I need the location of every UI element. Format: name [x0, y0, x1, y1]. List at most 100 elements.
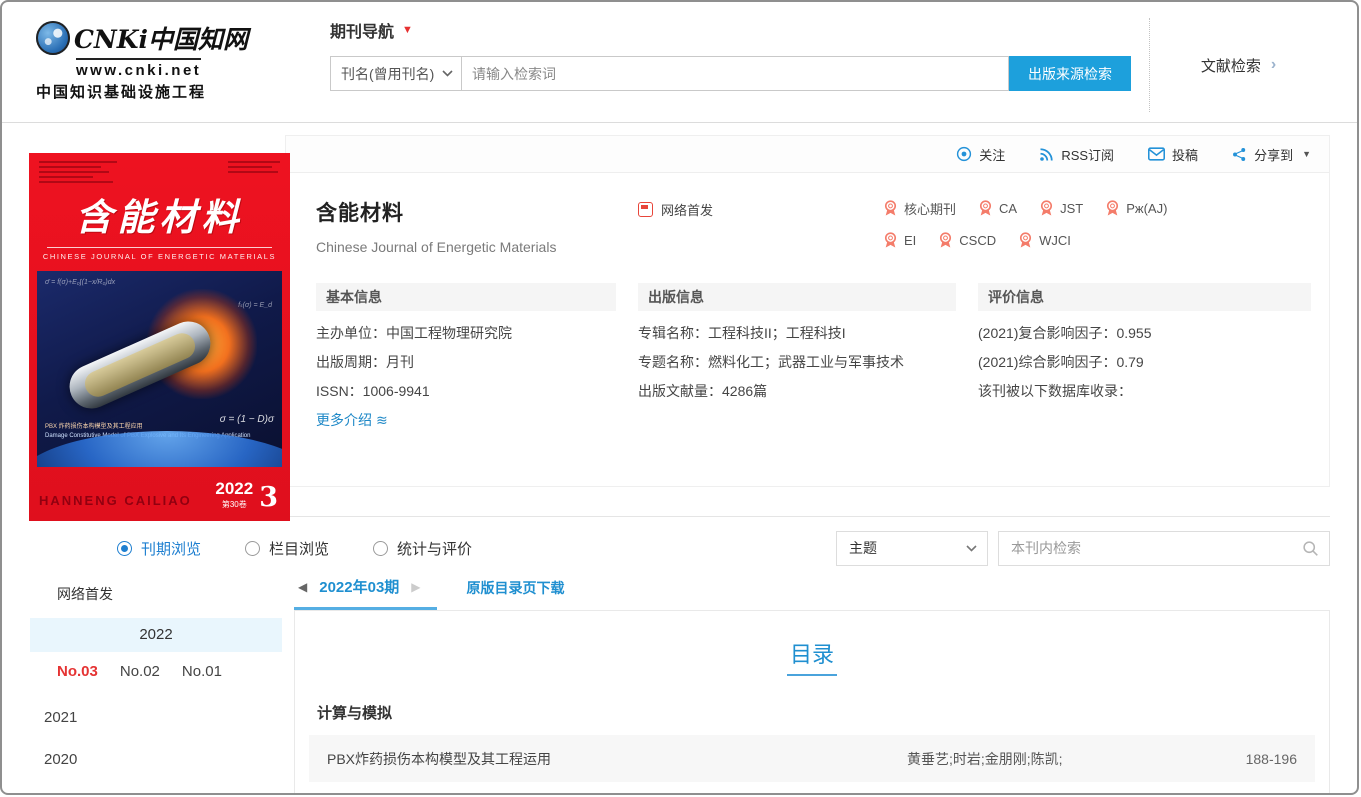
- radio-issue-browse[interactable]: 刊期浏览: [117, 538, 201, 559]
- original-toc-download-link[interactable]: 原版目录页下载: [467, 578, 565, 598]
- radio-unselected-icon: [373, 540, 389, 556]
- toc-section-heading: 计算与模拟: [317, 705, 393, 722]
- caret-down-icon: ▼: [402, 24, 413, 36]
- sidebar-online-first-link[interactable]: 网络首发: [30, 576, 282, 618]
- logo-brand-text: CNKi中国知网: [74, 25, 248, 54]
- badge-core-journal: 核心期刊: [883, 199, 956, 218]
- medal-icon: [884, 232, 897, 248]
- journal-info-panel: 关注 RSS订阅 投稿 分享到 ▼ 含能材料 Chinese Journal o…: [285, 135, 1330, 487]
- year-sidebar: 网络首发 2022 No.03 No.02 No.01 2021 2020: [29, 576, 282, 793]
- article-authors[interactable]: 黄垂艺;时岩;金朋刚;陈凯;: [907, 749, 1219, 769]
- cover-fineprint-left: [39, 161, 117, 186]
- submit-manuscript-button[interactable]: 投稿: [1148, 145, 1198, 164]
- sidebar-year-2022[interactable]: 2022: [30, 618, 282, 652]
- cover-volume: 第30卷: [221, 500, 247, 509]
- sidebar-year-2021[interactable]: 2021: [30, 690, 282, 732]
- caret-down-icon: ▼: [1302, 149, 1311, 159]
- radio-column-browse[interactable]: 栏目浏览: [245, 538, 329, 559]
- more-intro-link[interactable]: 更多介绍 ≋: [316, 406, 388, 435]
- online-first-icon: [638, 202, 653, 217]
- content-row: 网络首发 2022 No.03 No.02 No.01 2021 2020 ◀ …: [29, 576, 1330, 793]
- publication-source-search-button[interactable]: 出版来源检索: [1009, 56, 1131, 91]
- in-journal-search-box: [998, 530, 1330, 566]
- globe-icon: [36, 21, 70, 55]
- medal-icon: [1020, 232, 1032, 248]
- radio-selected-icon: [117, 540, 132, 556]
- logo-subtitle-text: 中国知识基础设施工程: [36, 83, 207, 101]
- next-issue-arrow[interactable]: ▶: [411, 580, 420, 594]
- radio-unselected-icon: [245, 540, 261, 556]
- frequency-info: 出版周期：月刊: [316, 354, 414, 370]
- evaluation-info-heading: 评价信息: [978, 283, 1311, 311]
- browse-controls: 刊期浏览 栏目浏览 统计与评价 主题: [29, 530, 1330, 566]
- cover-masthead: 含能材料: [75, 195, 244, 239]
- radio-statistics-evaluation[interactable]: 统计与评价: [373, 538, 472, 559]
- logo-url-text: www.cnki.net: [76, 58, 202, 79]
- badge-cscd: CSCD: [938, 232, 996, 249]
- issn-info: ISSN：1006-9941: [316, 383, 430, 399]
- cnki-journal-page: CNKi中国知网 www.cnki.net 中国知识基础设施工程 期刊导航 ▼ …: [0, 0, 1359, 795]
- cover-year: 2022 第30卷: [215, 480, 253, 513]
- follow-button[interactable]: 关注: [956, 145, 1005, 164]
- current-issue-tab: ◀ 2022年03期 ▶: [294, 576, 437, 610]
- journal-title: 含能材料: [316, 202, 404, 225]
- topic-field-select[interactable]: 主题: [836, 530, 988, 566]
- header-right: 文献检索 ›: [1149, 18, 1327, 112]
- cover-bottom: HANNENG CAILIAO 2022 第30卷 3: [29, 471, 290, 521]
- album-info: 专辑名称：工程科技II；工程科技I: [638, 325, 846, 341]
- chevron-down-icon: [966, 544, 977, 552]
- comprehensive-impact-factor: (2021)综合影响因子：0.79: [978, 354, 1144, 370]
- medal-icon: [940, 232, 952, 248]
- main-area: 含能材料 CHINESE JOURNAL OF ENERGETIC MATERI…: [2, 135, 1357, 793]
- medal-icon: [1041, 200, 1053, 216]
- article-row: PBX炸药损伤本构模型及其工程运用 黄垂艺;时岩;金朋刚;陈凯; 188-196: [309, 735, 1315, 782]
- issue-list: No.03 No.02 No.01: [30, 652, 282, 690]
- share-button[interactable]: 分享到 ▼: [1232, 145, 1311, 164]
- cover-pinyin: HANNENG CAILIAO: [39, 493, 192, 508]
- badge-rzh-aj: Рж(AJ): [1105, 199, 1167, 218]
- nav-title-label: 期刊导航: [330, 24, 395, 41]
- sponsor-info: 主办单位：中国工程物理研究院: [316, 325, 512, 341]
- publication-info-heading: 出版信息: [638, 283, 956, 311]
- current-issue-label: 2022年03期: [319, 579, 400, 596]
- evaluation-info-column: 评价信息 (2021)复合影响因子：0.955 (2021)综合影响因子：0.7…: [978, 283, 1311, 435]
- topic-field-value: 主题: [849, 540, 877, 556]
- issue-no-01[interactable]: No.01: [182, 663, 222, 680]
- medal-icon: [979, 200, 992, 216]
- table-of-contents-panel: 目录 计算与模拟 PBX炸药损伤本构模型及其工程运用 黄垂艺;时岩;金朋刚;陈凯…: [294, 610, 1330, 793]
- journal-title-en: Chinese Journal of Energetic Materials: [316, 239, 557, 255]
- basic-info-heading: 基本信息: [316, 283, 616, 311]
- online-first-link[interactable]: 网络首发: [638, 200, 713, 219]
- issue-navigation: ◀ 2022年03期 ▶ 原版目录页下载: [294, 576, 1330, 610]
- article-title-link[interactable]: PBX炸药损伤本构模型及其工程运用: [327, 749, 907, 769]
- indexed-databases-label: 该刊被以下数据库收录：: [978, 383, 1132, 399]
- search-input[interactable]: [462, 56, 1009, 91]
- article-pages: 188-196: [1245, 750, 1297, 767]
- double-wave-icon: ≋: [376, 412, 388, 428]
- publication-info-column: 出版信息 专辑名称：工程科技II；工程科技I 专题名称：燃料化工；武器工业与军事…: [638, 283, 956, 435]
- journal-navigation-menu[interactable]: 期刊导航 ▼: [330, 18, 413, 42]
- cnki-logo[interactable]: CNKi中国知网 www.cnki.net 中国知识基础设施工程: [36, 14, 274, 122]
- cover-masthead-en: CHINESE JOURNAL OF ENERGETIC MATERIALS: [42, 252, 277, 261]
- search-field-value: 刊名(曾用刊名): [341, 65, 435, 82]
- search-field-select[interactable]: 刊名(曾用刊名): [330, 56, 462, 91]
- issue-no-02[interactable]: No.02: [120, 663, 160, 680]
- issue-content-area: ◀ 2022年03期 ▶ 原版目录页下载 目录 计算与模拟 PBX炸药损伤本构模…: [294, 576, 1330, 793]
- issue-no-03[interactable]: No.03: [57, 663, 98, 680]
- in-journal-search-input[interactable]: [1011, 540, 1302, 556]
- basic-info-column: 基本信息 主办单位：中国工程物理研究院 出版周期：月刊 ISSN：1006-99…: [316, 283, 616, 435]
- cover-formula: σ̄ = f(σ)+E₀∫(1−x/R₀)dx: [45, 279, 116, 286]
- medal-icon: [1107, 200, 1119, 216]
- previous-issue-arrow[interactable]: ◀: [298, 580, 307, 594]
- document-search-link[interactable]: 文献检索 ›: [1201, 55, 1276, 76]
- badge-jst: JST: [1039, 199, 1083, 218]
- journal-cover-image: 含能材料 CHINESE JOURNAL OF ENERGETIC MATERI…: [29, 153, 290, 521]
- search-icon[interactable]: [1302, 540, 1319, 557]
- cover-artwork: σ̄ = f(σ)+E₀∫(1−x/R₀)dx fₛ(σ) = E_d σ = …: [37, 271, 282, 467]
- rss-subscribe-button[interactable]: RSS订阅: [1039, 145, 1114, 164]
- badge-ca: CA: [978, 199, 1017, 218]
- sidebar-year-2020[interactable]: 2020: [30, 732, 282, 774]
- rss-icon: [1040, 147, 1053, 161]
- composite-impact-factor: (2021)复合影响因子：0.955: [978, 325, 1152, 341]
- journal-actions-bar: 关注 RSS订阅 投稿 分享到 ▼: [286, 136, 1329, 173]
